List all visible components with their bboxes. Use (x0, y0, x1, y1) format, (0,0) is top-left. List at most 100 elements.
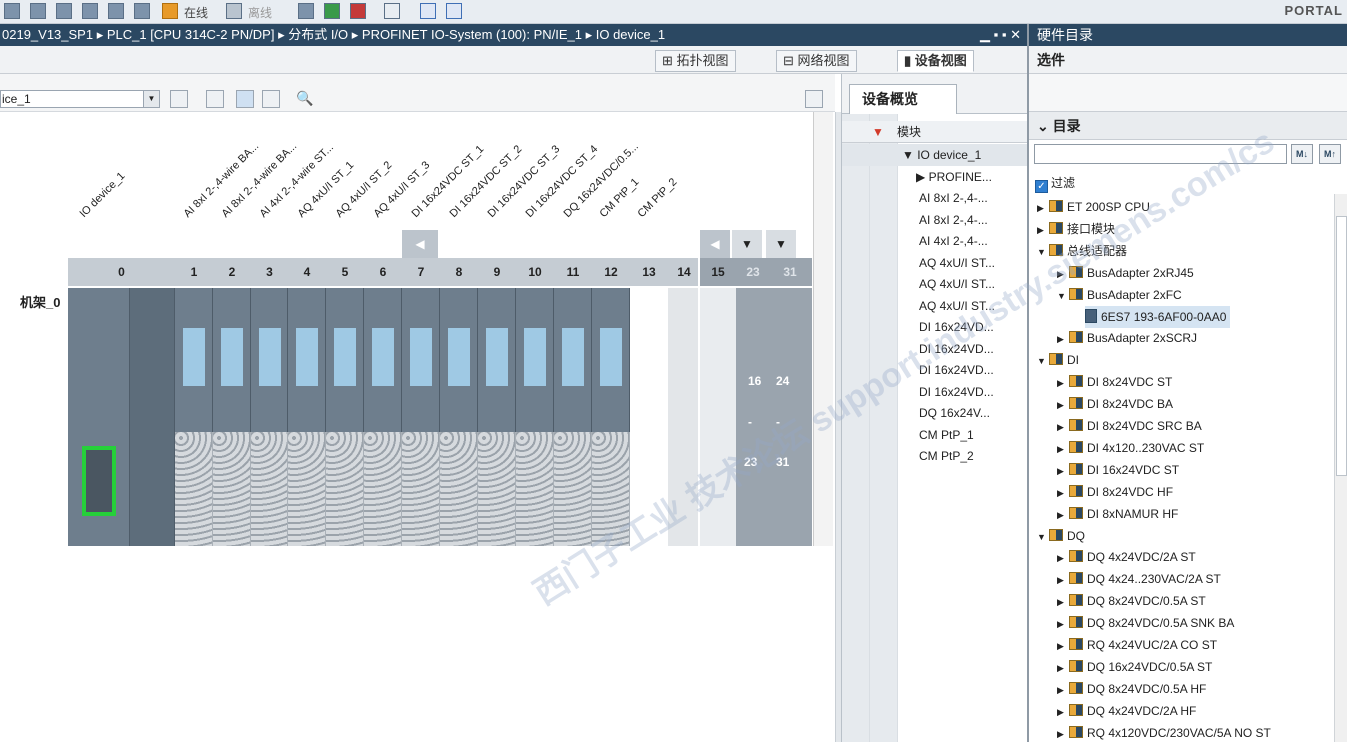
accessible-devices-icon[interactable] (298, 3, 314, 19)
slot-number[interactable]: 1 (175, 258, 213, 286)
catalog-tree-item[interactable]: ▼ BusAdapter 2xFC (1057, 284, 1182, 306)
catalog-tree-item[interactable]: ▼ DQ (1037, 525, 1085, 547)
catalog-tree-item[interactable]: ▶ DI 8x24VDC HF (1057, 481, 1173, 503)
scroll-left-icon[interactable]: ◀ (700, 230, 730, 258)
chevron-right-icon[interactable]: ▶ (1057, 416, 1069, 438)
catalog-tree-item[interactable]: ▶ BusAdapter 2xRJ45 (1057, 262, 1194, 284)
io-module[interactable] (130, 288, 175, 546)
compile-icon[interactable] (108, 3, 124, 19)
name-icon[interactable] (206, 90, 224, 108)
stop-cpu-icon[interactable] (350, 3, 366, 19)
io-module[interactable] (440, 288, 478, 546)
window-controls[interactable]: ▁ ▪ ▪ ✕ (980, 24, 1021, 46)
catalog-tree-item[interactable]: ▶ 接口模块 (1037, 218, 1115, 240)
chevron-right-icon[interactable]: ▶ (1057, 591, 1069, 613)
slot-number[interactable]: 14 (668, 258, 700, 286)
catalog-tree-item[interactable]: ▶ DQ 8x24VDC/0.5A HF (1057, 678, 1206, 700)
expand-down-icon[interactable]: ▼ (732, 230, 762, 258)
chevron-down-icon[interactable]: ▼ (1037, 350, 1049, 372)
tab-device-overview[interactable]: 设备概览 (849, 84, 957, 114)
chevron-right-icon[interactable]: ▶ (1057, 263, 1069, 285)
scroll-left-icon[interactable]: ◀ (402, 230, 438, 258)
io-module[interactable] (592, 288, 630, 546)
catalog-tree-item[interactable]: 6ES7 193-6AF00-0AA0 (1085, 305, 1231, 328)
catalog-tree-item[interactable]: ▶ RQ 4x24VUC/2A CO ST (1057, 634, 1217, 656)
chevron-down-icon[interactable]: ▼ (1037, 526, 1049, 548)
download-icon[interactable] (56, 3, 72, 19)
chevron-right-icon[interactable]: ▶ (1057, 482, 1069, 504)
slot-number[interactable]: 6 (364, 258, 402, 286)
slot-number[interactable]: 5 (326, 258, 364, 286)
slot-number[interactable]: 10 (516, 258, 554, 286)
slot-number[interactable]: 23 (736, 258, 770, 286)
io-module[interactable] (326, 288, 364, 546)
empty-slot[interactable] (668, 288, 698, 546)
catalog-tree-item[interactable]: ▶ DI 8xNAMUR HF (1057, 503, 1178, 525)
io-module[interactable] (364, 288, 402, 546)
chevron-down-icon[interactable]: ▼ (143, 91, 159, 107)
overview-row[interactable]: AI 8xI 2-,4-... (842, 187, 1028, 209)
chevron-right-icon[interactable]: ▶ (1057, 657, 1069, 679)
overview-row[interactable]: CM PtP_1 (842, 424, 1028, 446)
empty-slot[interactable] (700, 288, 736, 546)
chevron-right-icon[interactable]: ▶ (1037, 219, 1049, 241)
chevron-right-icon[interactable]: ▶ (1057, 328, 1069, 350)
expand-down-icon[interactable]: ▼ (766, 230, 796, 258)
go-online-label[interactable]: 在线 (184, 4, 208, 21)
go-offline-icon[interactable] (226, 3, 242, 19)
catalog-tree-item[interactable]: ▶ DI 8x24VDC SRC BA (1057, 415, 1202, 437)
catalog-tree-item[interactable]: ▶ DQ 4x24VDC/2A ST (1057, 546, 1196, 568)
slot-number[interactable]: 2 (213, 258, 251, 286)
split-horizontal-icon[interactable] (420, 3, 436, 19)
overview-row[interactable]: CM PtP_2 (842, 445, 1028, 467)
tab-topology-view[interactable]: ⊞ 拓扑视图 (655, 50, 736, 72)
chevron-right-icon[interactable]: ▶ (1057, 438, 1069, 460)
io-module[interactable] (516, 288, 554, 546)
catalog-tree-item[interactable]: ▶ DQ 16x24VDC/0.5A ST (1057, 656, 1212, 678)
print-icon[interactable] (30, 3, 46, 19)
chevron-right-icon[interactable]: ▶ (1057, 723, 1069, 745)
breadcrumb-path[interactable]: 0219_V13_SP1 ▸ PLC_1 [CPU 314C-2 PN/DP] … (2, 27, 665, 42)
tab-network-view[interactable]: ⊟ 网络视图 (776, 50, 857, 72)
catalog-scrollbar[interactable] (1334, 194, 1347, 742)
catalog-tree-item[interactable]: ▶ DQ 4x24..230VAC/2A ST (1057, 568, 1221, 590)
overview-row[interactable]: AQ 4xU/I ST... (842, 252, 1028, 274)
io-module[interactable] (288, 288, 326, 546)
overview-row[interactable]: AQ 4xU/I ST... (842, 273, 1028, 295)
io-module[interactable] (213, 288, 251, 546)
catalog-tree-item[interactable]: ▶ RQ 4x120VDC/230VAC/5A NO ST (1057, 722, 1271, 744)
overview-row[interactable]: DI 16x24VD... (842, 381, 1028, 403)
io-module[interactable] (175, 288, 213, 546)
overview-row[interactable]: DI 16x24VD... (842, 359, 1028, 381)
io-module[interactable] (402, 288, 440, 546)
catalog-tree-item[interactable]: ▶ ET 200SP CPU (1037, 196, 1150, 218)
slot-number[interactable]: 9 (478, 258, 516, 286)
chevron-right-icon[interactable]: ▶ (1057, 569, 1069, 591)
slot-number[interactable]: 7 (402, 258, 440, 286)
io-module[interactable] (251, 288, 288, 546)
overview-row[interactable]: ▶ PROFINE... (842, 166, 1028, 188)
overview-row[interactable]: AI 8xI 2-,4-... (842, 209, 1028, 231)
chevron-right-icon[interactable]: ▶ (1057, 394, 1069, 416)
chevron-right-icon[interactable]: ▶ (1057, 504, 1069, 526)
catalog-tree-item[interactable]: ▶ DI 8x24VDC ST (1057, 371, 1172, 393)
slot-number[interactable]: 3 (251, 258, 288, 286)
catalog-tree-item[interactable]: ▶ DI 4x120..230VAC ST (1057, 437, 1204, 459)
slot-number[interactable]: 12 (592, 258, 630, 286)
catalog-tree-item[interactable]: ▶ DI 16x24VDC ST (1057, 459, 1179, 481)
chevron-right-icon[interactable]: ▶ (1057, 613, 1069, 635)
split-vertical-icon[interactable] (446, 3, 462, 19)
chevron-right-icon[interactable]: ▶ (1057, 679, 1069, 701)
catalog-tree-item[interactable]: ▶ BusAdapter 2xSCRJ (1057, 327, 1197, 349)
io-module[interactable] (478, 288, 516, 546)
catalog-tree-item[interactable]: ▶ DQ 8x24VDC/0.5A SNK BA (1057, 612, 1234, 634)
scrollbar-thumb[interactable] (1336, 216, 1347, 476)
save-icon[interactable] (4, 3, 20, 19)
io-module[interactable] (554, 288, 592, 546)
tab-device-view[interactable]: ▮ 设备视图 (897, 50, 974, 72)
show-labels-icon[interactable] (236, 90, 254, 108)
ethernet-port[interactable] (82, 446, 116, 516)
overview-row[interactable]: DQ 16x24V... (842, 402, 1028, 424)
overview-row[interactable]: DI 16x24VD... (842, 338, 1028, 360)
chevron-right-icon[interactable]: ▶ (1057, 547, 1069, 569)
